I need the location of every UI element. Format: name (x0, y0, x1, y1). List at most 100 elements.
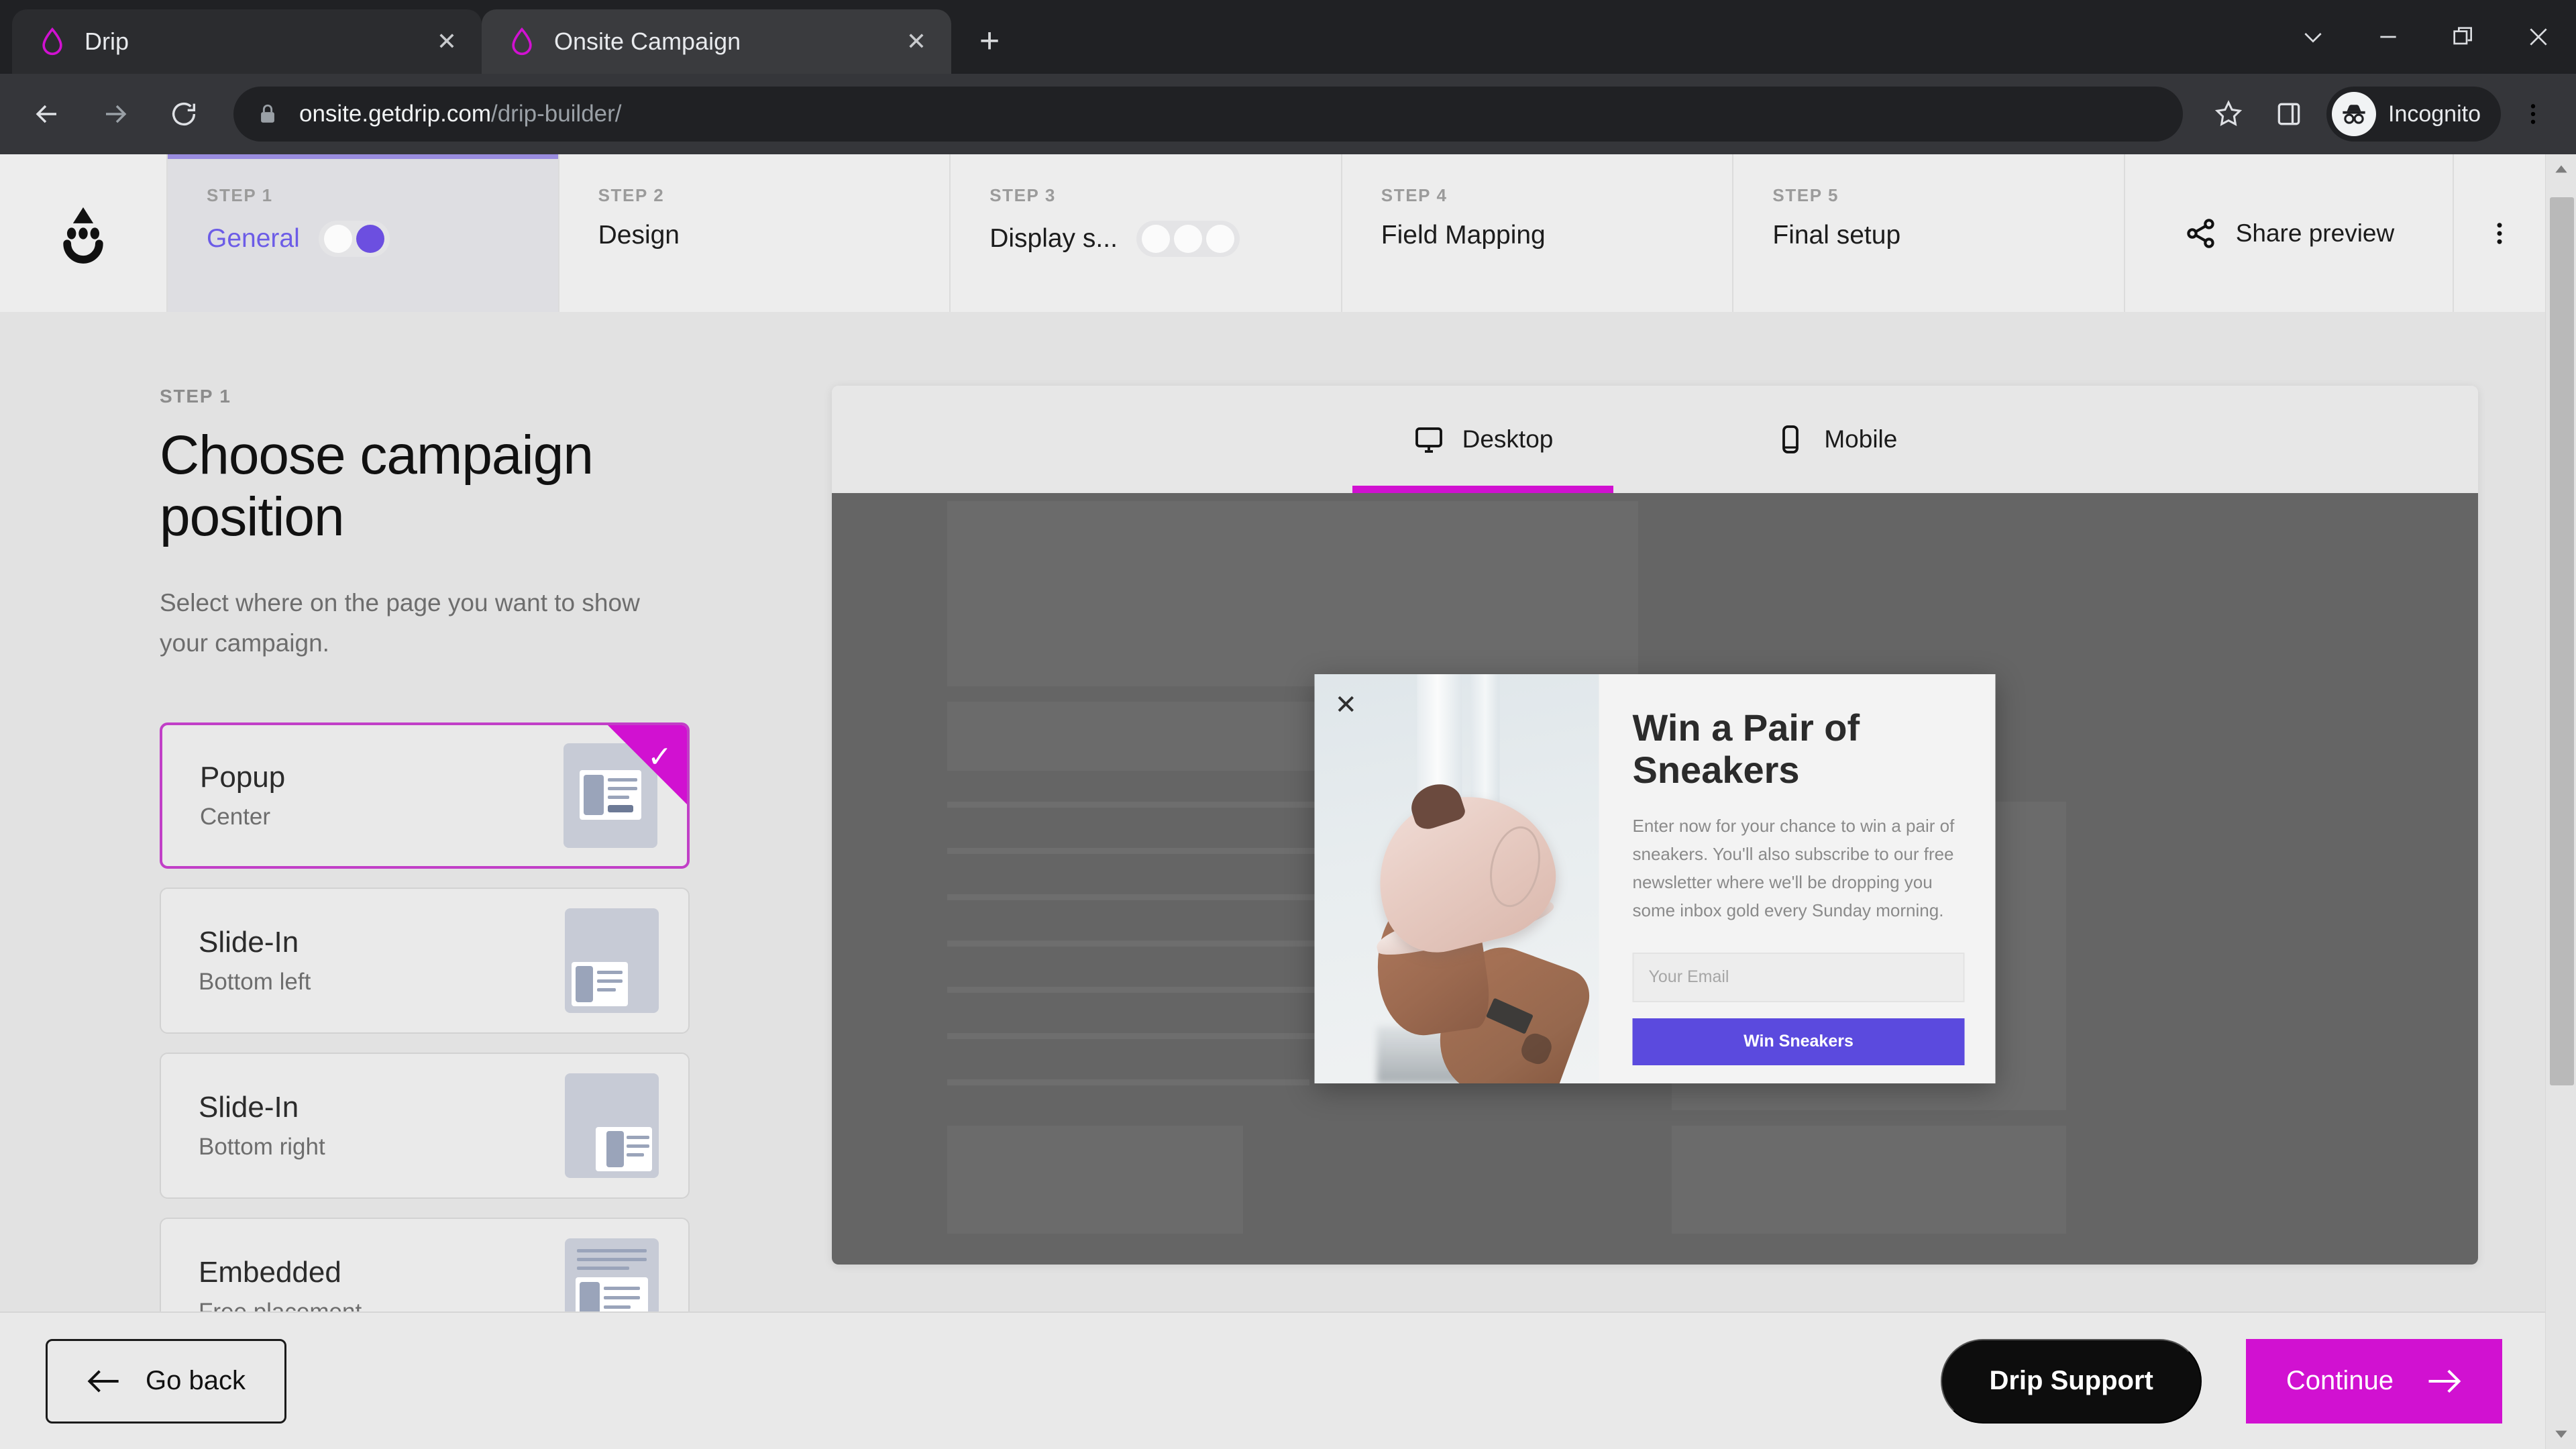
forward-button[interactable] (83, 82, 148, 146)
scroll-up-arrow-icon[interactable] (2553, 154, 2570, 185)
close-icon[interactable] (2501, 0, 2576, 74)
step-label: Display s... (989, 224, 1118, 253)
builder-body: STEP 1 Choose campaign position Select w… (0, 312, 2545, 1364)
arrow-left-icon (87, 1369, 119, 1393)
position-option-slidein-bottom-right[interactable]: Slide-In Bottom right (160, 1052, 690, 1199)
drip-smiley-logo[interactable] (0, 154, 168, 312)
step-tab-display-settings[interactable]: STEP 3 Display s... (951, 154, 1342, 312)
bookmark-star-icon[interactable] (2200, 86, 2257, 142)
step-label: Design (598, 221, 680, 250)
step-number: STEP 2 (598, 185, 665, 205)
step-label: General (207, 224, 300, 253)
tab-title: Drip (85, 28, 129, 55)
incognito-icon (2332, 92, 2376, 136)
step-eyebrow: STEP 1 (160, 386, 231, 407)
step-navigation-bar: STEP 1 General STEP 2 Design STEP 3 Disp… (0, 154, 2545, 312)
reload-button[interactable] (152, 82, 216, 146)
scrollbar-thumb[interactable] (2550, 197, 2574, 1085)
popup-close-icon[interactable]: ✕ (1335, 692, 1358, 718)
popup-email-input[interactable]: Your Email (1632, 952, 1965, 1002)
step-label: Field Mapping (1381, 221, 1546, 250)
position-option-slidein-bottom-left[interactable]: Slide-In Bottom left (160, 887, 690, 1034)
browser-window: Drip ✕ Onsite Campaign ✕ + onsite.getdri… (0, 0, 2576, 1449)
close-icon[interactable]: ✕ (428, 23, 466, 60)
popup-image: ✕ (1314, 674, 1599, 1083)
drip-builder-app: STEP 1 General STEP 2 Design STEP 3 Disp… (0, 154, 2545, 1449)
continue-button[interactable]: Continue (2245, 1338, 2502, 1424)
drip-support-button[interactable]: Drip Support (1941, 1338, 2202, 1424)
slidein-bottom-left-thumb (565, 908, 659, 1013)
url-path: /drip-builder/ (490, 101, 622, 127)
app-overflow-menu-button[interactable] (2454, 154, 2545, 312)
tab-desktop[interactable]: Desktop (1352, 386, 1614, 493)
position-options-list: Popup Center ✓ Slide-In Bottom left Slid… (160, 722, 690, 1364)
window-controls (2275, 0, 2576, 74)
chevron-down-icon[interactable] (2275, 0, 2351, 74)
monitor-icon (1415, 427, 1442, 453)
step-tab-design[interactable]: STEP 2 Design (559, 154, 951, 312)
step-number: STEP 4 (1381, 185, 1448, 205)
address-bar[interactable]: onsite.getdrip.com/drip-builder/ (233, 87, 2183, 142)
page-viewport: STEP 1 General STEP 2 Design STEP 3 Disp… (0, 154, 2576, 1449)
share-preview-button[interactable]: Share preview (2125, 154, 2454, 312)
option-subtitle: Bottom right (199, 1133, 325, 1160)
device-tab-label: Mobile (1824, 425, 1898, 453)
check-icon: ✓ (647, 740, 672, 773)
go-back-button[interactable]: Go back (46, 1338, 286, 1424)
page-scrollbar[interactable] (2545, 154, 2576, 1449)
drip-logo-icon (512, 27, 532, 56)
browser-tab-strip: Drip ✕ Onsite Campaign ✕ + (0, 0, 2576, 74)
page-subtitle: Select where on the page you want to sho… (160, 588, 640, 657)
option-title: Popup (200, 760, 286, 794)
option-subtitle: Center (200, 803, 271, 830)
popup-content: Win a Pair of Sneakers Enter now for you… (1599, 674, 1996, 1083)
arrow-right-icon (2428, 1369, 2461, 1393)
browser-tab-onsite-campaign[interactable]: Onsite Campaign ✕ (482, 9, 951, 74)
popup-heading: Win a Pair of Sneakers (1632, 706, 1860, 792)
tab-mobile[interactable]: Mobile (1714, 386, 1957, 493)
share-nodes-icon (2187, 218, 2214, 248)
minimize-icon[interactable] (2351, 0, 2426, 74)
close-icon[interactable]: ✕ (898, 23, 935, 60)
side-panel-icon[interactable] (2261, 86, 2317, 142)
step-tab-final-setup[interactable]: STEP 5 Final setup (1733, 154, 2125, 312)
option-title: Slide-In (199, 925, 299, 959)
step-progress-dots (1136, 221, 1240, 257)
scroll-down-arrow-icon[interactable] (2553, 1418, 2570, 1449)
step-number: STEP 5 (1772, 185, 1839, 205)
drip-support-label: Drip Support (1989, 1366, 2153, 1395)
step-number: STEP 3 (989, 185, 1056, 205)
continue-label: Continue (2286, 1366, 2394, 1395)
popup-submit-button[interactable]: Win Sneakers (1632, 1018, 1965, 1065)
browser-toolbar: onsite.getdrip.com/drip-builder/ Incogni… (0, 74, 2576, 154)
lock-icon (261, 104, 274, 123)
step-number: STEP 1 (207, 185, 273, 205)
step-tab-field-mapping[interactable]: STEP 4 Field Mapping (1342, 154, 1734, 312)
new-tab-button[interactable]: + (966, 17, 1013, 64)
preview-stage: ✕ Win a Pair of Sneakers Enter now for y… (832, 493, 2478, 1265)
popup-paragraph: Enter now for your chance to win a pair … (1632, 815, 1955, 920)
campaign-popup-preview: ✕ Win a Pair of Sneakers Enter now for y… (1314, 674, 1996, 1083)
position-option-popup-center[interactable]: Popup Center ✓ (160, 722, 690, 869)
share-preview-label: Share preview (2235, 219, 2395, 247)
kebab-menu-icon (2497, 222, 2502, 244)
position-settings-panel: STEP 1 Choose campaign position Select w… (0, 312, 785, 1364)
restore-icon[interactable] (2426, 0, 2501, 74)
kebab-menu-icon[interactable] (2505, 86, 2561, 142)
option-title: Slide-In (199, 1090, 299, 1124)
step-label: Final setup (1772, 221, 1901, 250)
step-tab-general[interactable]: STEP 1 General (168, 154, 559, 312)
url-text: onsite.getdrip.com/drip-builder/ (299, 101, 622, 127)
option-subtitle: Bottom left (199, 968, 311, 995)
back-button[interactable] (15, 82, 79, 146)
option-title: Embedded (199, 1255, 341, 1289)
phone-icon (1782, 425, 1799, 453)
scrollbar-track[interactable] (2546, 185, 2576, 1418)
incognito-profile-button[interactable]: Incognito (2326, 87, 2501, 142)
browser-tab-drip[interactable]: Drip ✕ (12, 9, 482, 74)
page-title: Choose campaign position (160, 425, 594, 547)
slidein-bottom-right-thumb (565, 1073, 659, 1178)
device-tab-label: Desktop (1462, 425, 1554, 453)
builder-footer: Go back Drip Support Continue (0, 1311, 2545, 1449)
sneaker-photo (1315, 674, 1599, 1083)
